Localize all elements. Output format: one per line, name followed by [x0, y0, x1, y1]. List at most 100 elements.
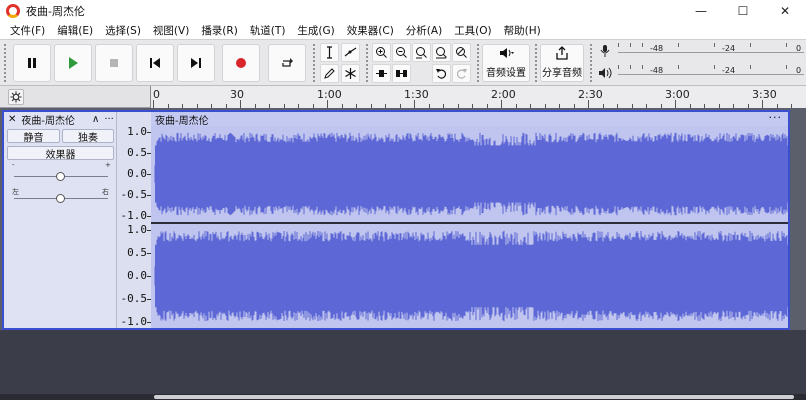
timeline-ruler[interactable]: 0 30 1:00 1:30 2:00 2:30 3:00 3:30 — [150, 86, 806, 108]
record-icon — [236, 58, 246, 68]
loop-button[interactable] — [268, 44, 306, 82]
pause-button[interactable] — [13, 44, 51, 82]
track-control-panel[interactable]: ✕ 夜曲-周杰伦 ∧ ··· 静音 独奏 效果器 - + 左 右 — [4, 112, 116, 328]
zoom-out-button[interactable] — [392, 43, 411, 62]
menu-view[interactable]: 视图(V) — [147, 23, 195, 38]
clip-menu-button[interactable]: ··· — [769, 112, 783, 124]
scrollbar-thumb[interactable] — [154, 395, 794, 399]
timeline-label: 0 — [153, 88, 160, 101]
menu-effects[interactable]: 效果器(C) — [341, 23, 400, 38]
toolbar-grip[interactable] — [312, 43, 316, 83]
pan-right-label: 右 — [102, 188, 109, 196]
track-name[interactable]: 夜曲-周杰伦 — [21, 112, 75, 127]
left-channel-waveform[interactable] — [151, 126, 788, 222]
amplitude-label: -0.5 — [120, 188, 148, 201]
window-controls: — ☐ ✕ — [680, 0, 806, 22]
menu-tracks[interactable]: 轨道(T) — [244, 23, 292, 38]
pan-slider-knob[interactable] — [56, 194, 65, 203]
collapse-track-button[interactable]: ∧ — [92, 114, 99, 125]
draw-tool-button[interactable] — [320, 64, 339, 83]
skip-to-end-button[interactable] — [177, 44, 215, 82]
fit-project-button[interactable] — [432, 43, 451, 62]
zoom-toggle-button[interactable] — [452, 43, 471, 62]
zoom-selection-icon — [416, 47, 427, 59]
toolbar: 音频设置 分享音频 -48 -24 0 -48 -24 0 — [0, 39, 806, 86]
audio-clip[interactable]: 夜曲-周杰伦 ··· — [151, 112, 788, 328]
track-close-button[interactable]: ✕ — [8, 114, 16, 125]
timeline-tick — [588, 100, 589, 108]
silence-audio-button[interactable] — [392, 64, 411, 83]
menu-select[interactable]: 选择(S) — [99, 23, 147, 38]
horizontal-scrollbar[interactable] — [0, 394, 806, 400]
gain-plus-label: + — [105, 161, 111, 169]
microphone-icon[interactable] — [598, 44, 612, 58]
timeline-tick — [762, 100, 763, 108]
close-button[interactable]: ✕ — [764, 0, 806, 22]
maximize-button[interactable]: ☐ — [722, 0, 764, 22]
track-menu-button[interactable]: ··· — [104, 114, 114, 125]
effects-button[interactable]: 效果器 — [7, 146, 114, 161]
redo-button[interactable] — [452, 64, 471, 83]
skip-to-start-button[interactable] — [136, 44, 174, 82]
toolbar-grip[interactable] — [365, 43, 369, 83]
multi-tool-button[interactable] — [341, 64, 360, 83]
play-button[interactable] — [54, 44, 92, 82]
skip-start-icon — [150, 58, 160, 68]
title-bar: 夜曲-周杰伦 — ☐ ✕ — [0, 0, 806, 22]
amplitude-label: 0.0 — [127, 167, 147, 180]
amplitude-ruler[interactable]: 1.0 0.5 0.0 -0.5 -1.0 1.0 0.5 0.0 -0.5 -1.0 — [116, 112, 151, 328]
undo-button[interactable] — [432, 64, 451, 83]
track-area: ✕ 夜曲-周杰伦 ∧ ··· 静音 独奏 效果器 - + 左 右 1.0 0.5 0… — [0, 108, 806, 330]
zoom-out-icon — [396, 47, 407, 58]
audio-setup-label: 音频设置 — [486, 68, 526, 79]
menu-help[interactable]: 帮助(H) — [498, 23, 547, 38]
playback-speaker-icon[interactable] — [598, 66, 612, 80]
solo-button[interactable]: 独奏 — [62, 129, 114, 144]
mute-button[interactable]: 静音 — [7, 129, 60, 144]
skip-end-icon — [191, 58, 201, 68]
timeline-label: 3:00 — [665, 88, 690, 101]
timeline-tick — [414, 100, 415, 108]
right-channel-waveform[interactable] — [151, 224, 788, 328]
menu-tools[interactable]: 工具(O) — [448, 23, 497, 38]
toolbar-grip[interactable] — [589, 43, 593, 83]
toolbar-grip[interactable] — [476, 43, 480, 83]
share-audio-button[interactable]: 分享音频 — [540, 44, 584, 82]
gain-slider-knob[interactable] — [56, 172, 65, 181]
timeline-label: 30 — [230, 88, 244, 101]
fit-selection-button[interactable] — [412, 43, 431, 62]
timeline-tick — [153, 100, 154, 108]
zoom-in-button[interactable] — [372, 43, 391, 62]
trim-audio-button[interactable] — [372, 64, 391, 83]
minimize-button[interactable]: — — [680, 0, 722, 22]
recording-meter[interactable]: -48 -24 0 — [618, 43, 804, 57]
selection-tool-button[interactable] — [320, 43, 339, 62]
record-button[interactable] — [222, 44, 260, 82]
timeline-row: 0 30 1:00 1:30 2:00 2:30 3:00 3:30 — [0, 86, 806, 108]
playback-meter[interactable]: -48 -24 0 — [618, 65, 804, 79]
menu-analyze[interactable]: 分析(A) — [400, 23, 448, 38]
pan-left-label: 左 — [12, 188, 19, 196]
empty-track-space[interactable] — [0, 330, 806, 394]
text-cursor-icon — [327, 46, 332, 59]
clip-title-bar[interactable]: 夜曲-周杰伦 ··· — [151, 112, 788, 127]
menu-file[interactable]: 文件(F) — [4, 23, 51, 38]
gain-minus-label: - — [12, 161, 15, 169]
share-audio-label: 分享音频 — [542, 68, 582, 79]
menu-record[interactable]: 播录(R) — [195, 23, 244, 38]
envelope-tool-button[interactable] — [341, 43, 360, 62]
timeline-options-button[interactable] — [8, 89, 24, 105]
amplitude-label: 0.0 — [127, 269, 147, 282]
audio-setup-button[interactable]: 音频设置 — [482, 44, 530, 82]
timeline-label: 1:30 — [404, 88, 429, 101]
share-icon — [556, 46, 568, 60]
stop-button[interactable] — [95, 44, 133, 82]
menu-generate[interactable]: 生成(G) — [291, 23, 340, 38]
toolbar-grip[interactable] — [534, 43, 538, 83]
amplitude-label: 0.5 — [127, 246, 147, 259]
menu-edit[interactable]: 编辑(E) — [51, 23, 99, 38]
redo-icon — [456, 69, 467, 79]
timeline-label: 2:30 — [578, 88, 603, 101]
toolbar-grip[interactable] — [3, 43, 7, 83]
menu-bar: 文件(F) 编辑(E) 选择(S) 视图(V) 播录(R) 轨道(T) 生成(G… — [0, 22, 806, 39]
